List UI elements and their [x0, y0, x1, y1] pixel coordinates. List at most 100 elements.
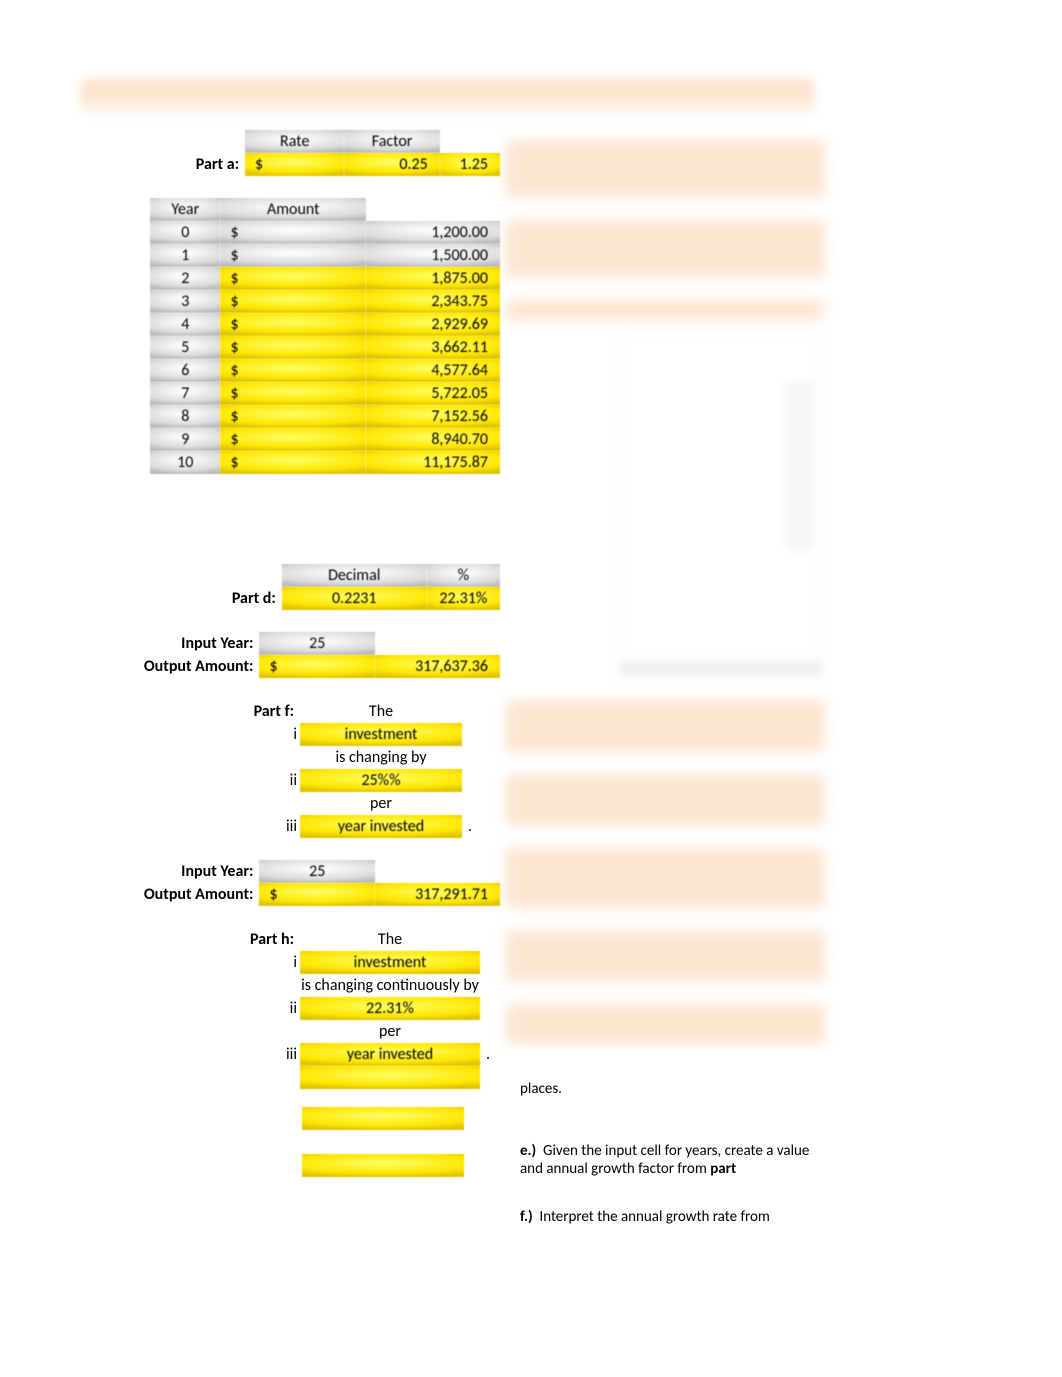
instruction-block	[505, 300, 825, 320]
factor-value[interactable]: 1.25	[440, 153, 500, 176]
empty-yellow-cell[interactable]	[302, 1107, 464, 1130]
input-year-value-2[interactable]: 25	[259, 860, 375, 883]
dollar-cell: $	[220, 359, 366, 382]
input-year-value[interactable]: 25	[259, 632, 375, 655]
year-cell: 9	[150, 428, 220, 451]
year-cell: 4	[150, 313, 220, 336]
empty-cell	[110, 792, 300, 815]
instruction-block	[505, 700, 825, 752]
part-h-block: Part h: The i investment is changing con…	[110, 928, 490, 1089]
dollar-cell: $	[220, 244, 366, 267]
empty-cell	[110, 1020, 300, 1043]
dollar-cell: $	[220, 221, 366, 244]
year-cell: 5	[150, 336, 220, 359]
decimal-header: Decimal	[282, 564, 427, 587]
dollar-cell: $	[220, 382, 366, 405]
part-h-ii-value[interactable]: 22.31%	[300, 997, 480, 1020]
part-e-text: e.) Given the input cell for years, crea…	[520, 1142, 820, 1178]
input-year-label: Input Year:	[110, 632, 259, 655]
empty-cell	[150, 564, 282, 587]
chart-placeholder	[620, 330, 822, 682]
part-d-label: Part d:	[150, 587, 282, 610]
year-cell: 1	[150, 244, 220, 267]
part-h-iii-value[interactable]: year invested	[300, 1043, 480, 1066]
part-h-period: .	[480, 1043, 490, 1066]
decimal-value[interactable]: 0.2231	[282, 587, 427, 610]
dollar-cell: $	[220, 428, 366, 451]
dollar-cell: $	[220, 267, 366, 290]
amount-cell[interactable]: 11,175.87	[366, 451, 500, 474]
year-cell: 8	[150, 405, 220, 428]
part-e-label: e.)	[520, 1142, 536, 1160]
part-f-ii-label: ii	[110, 769, 300, 792]
part-f-i-label: i	[110, 723, 300, 746]
amount-cell[interactable]: 1,500.00	[366, 244, 500, 267]
amount-cell[interactable]: 4,577.64	[366, 359, 500, 382]
dollar-cell: $	[220, 451, 366, 474]
part-f-iii-value[interactable]: year invested	[300, 815, 462, 838]
year-amount-table: Year Amount 0$1,200.00 1$1,500.00 2$1,87…	[150, 198, 500, 474]
part-h-i-label: i	[110, 951, 300, 974]
rate-value[interactable]: 0.25	[344, 153, 439, 176]
amount-cell[interactable]: 5,722.05	[366, 382, 500, 405]
amount-cell[interactable]: 2,343.75	[366, 290, 500, 313]
percent-header: %	[427, 564, 500, 587]
amount-cell[interactable]: 2,929.69	[366, 313, 500, 336]
part-h-i-value[interactable]: investment	[300, 951, 480, 974]
part-f-period: .	[462, 815, 472, 838]
year-cell: 3	[150, 290, 220, 313]
amount-cell[interactable]: 1,875.00	[366, 267, 500, 290]
dollar-cell: $	[220, 313, 366, 336]
dollar-cell: $	[220, 405, 366, 428]
dollar-cell: $	[220, 290, 366, 313]
part-f-block: Part f: The i investment is changing by …	[110, 700, 472, 838]
output-amount-value[interactable]: 317,637.36	[375, 655, 500, 678]
year-cell: 7	[150, 382, 220, 405]
part-d-table: Decimal % Part d: 0.2231 22.31%	[150, 564, 500, 610]
amount-header: Amount	[220, 198, 366, 221]
instruction-block	[505, 848, 825, 908]
part-h-iii-label: iii	[110, 1043, 300, 1066]
instruction-block	[505, 930, 825, 982]
percent-value[interactable]: 22.31%	[427, 587, 500, 610]
part-h-the: The	[300, 928, 480, 951]
part-f-right-label: f.)	[520, 1208, 533, 1226]
part-a-label: Part a:	[150, 153, 245, 176]
factor-header: Factor	[344, 130, 439, 153]
part-e-bold: part	[710, 1160, 736, 1178]
instruction-block	[505, 140, 825, 198]
part-f-ii-value[interactable]: 25%%	[300, 769, 462, 792]
empty-cell	[150, 130, 245, 153]
part-h-ii-label: ii	[110, 997, 300, 1020]
io-table-1: Input Year: 25 Output Amount: $ 317,637.…	[110, 632, 500, 678]
part-f-mid2: per	[300, 792, 462, 815]
part-f-mid1: is changing by	[300, 746, 462, 769]
empty-yellow-cell[interactable]	[302, 1154, 464, 1177]
amount-cell[interactable]: 8,940.70	[366, 428, 500, 451]
io-table-2: Input Year: 25 Output Amount: $ 317,291.…	[110, 860, 500, 906]
amount-cell[interactable]: 7,152.56	[366, 405, 500, 428]
empty-yellow-cell[interactable]	[300, 1066, 480, 1089]
instruction-block	[505, 774, 825, 826]
amount-cell[interactable]: 3,662.11	[366, 336, 500, 359]
amount-cell[interactable]: 1,200.00	[366, 221, 500, 244]
rate-dollar: $	[245, 153, 344, 176]
part-f-the: The	[300, 700, 462, 723]
part-f-iii-label: iii	[110, 815, 300, 838]
part-f-right-body: Interpret the annual growth rate from	[539, 1208, 770, 1226]
dollar-cell: $	[220, 336, 366, 359]
rate-header: Rate	[245, 130, 344, 153]
output-amount-dollar: $	[259, 655, 375, 678]
part-f-i-value[interactable]: investment	[300, 723, 462, 746]
output-amount-dollar-2: $	[259, 883, 375, 906]
output-amount-label-2: Output Amount:	[110, 883, 259, 906]
year-cell: 2	[150, 267, 220, 290]
places-text: places.	[520, 1080, 820, 1098]
year-cell: 10	[150, 451, 220, 474]
output-amount-value-2[interactable]: 317,291.71	[375, 883, 500, 906]
part-a-table: Rate Factor Part a: $ 0.25 1.25	[150, 130, 500, 176]
input-year-label-2: Input Year:	[110, 860, 259, 883]
instruction-block	[505, 1004, 825, 1044]
year-header: Year	[150, 198, 220, 221]
output-amount-label: Output Amount:	[110, 655, 259, 678]
